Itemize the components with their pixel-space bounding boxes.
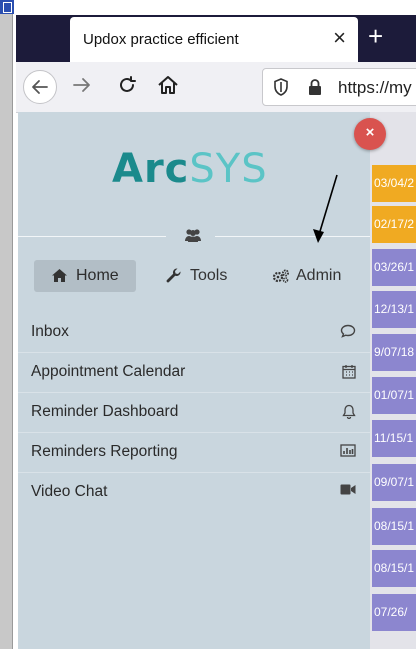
nav-admin-button[interactable]: Admin <box>270 260 354 292</box>
menu-item-label: Reminders Reporting <box>31 443 178 460</box>
divider-right <box>215 236 370 237</box>
arcsys-logo: ArcSYS <box>112 146 268 192</box>
nav-admin-label: Admin <box>296 267 342 284</box>
menu-item-label: Inbox <box>31 323 69 340</box>
background-date-cell[interactable]: 9/07/18 <box>372 334 416 371</box>
back-button[interactable] <box>23 70 57 104</box>
menu-item-reminders-reporting[interactable]: Reminders Reporting <box>18 432 370 473</box>
calendar-icon <box>342 365 356 379</box>
video-camera-icon <box>340 484 356 495</box>
chat-icon <box>340 324 356 338</box>
desktop-edge <box>0 0 13 649</box>
browser-toolbar: https://my <box>16 62 416 113</box>
url-bar[interactable]: https://my <box>262 68 416 106</box>
background-date-cell[interactable]: 03/26/1 <box>372 249 416 286</box>
menu-item-appointment-calendar[interactable]: Appointment Calendar <box>18 352 370 393</box>
menu-item-label: Appointment Calendar <box>31 363 186 380</box>
back-arrow-icon <box>32 80 48 94</box>
menu-item-label: Reminder Dashboard <box>31 403 179 420</box>
background-date-cell[interactable]: 02/17/2 <box>372 206 416 243</box>
background-date-cell[interactable]: 07/26/ <box>372 594 416 631</box>
logo-text-arc: Arc <box>112 146 190 192</box>
background-date-cell[interactable]: 03/04/2 <box>372 165 416 202</box>
reload-icon[interactable] <box>116 74 138 96</box>
shield-icon[interactable] <box>273 78 289 96</box>
logo-text-sys: SYS <box>189 146 268 192</box>
nav-tools-button[interactable]: Tools <box>164 260 234 292</box>
menu-item-video-chat[interactable]: Video Chat <box>18 472 370 512</box>
nav-tools-label: Tools <box>190 267 228 284</box>
home-icon[interactable] <box>156 73 180 97</box>
side-menu-panel: ArcSYS Home Tools Admin Inbox Appointmen… <box>18 112 370 649</box>
new-tab-button[interactable]: + <box>368 21 383 51</box>
forward-arrow-icon[interactable] <box>71 74 93 96</box>
desktop-app-icon[interactable] <box>0 0 14 14</box>
bell-icon <box>342 404 356 419</box>
nav-home-label: Home <box>76 267 119 284</box>
close-panel-button[interactable]: × <box>354 118 386 150</box>
close-icon: × <box>365 124 375 141</box>
background-date-cell[interactable]: 01/07/1 <box>372 377 416 414</box>
menu-item-inbox[interactable]: Inbox <box>18 312 370 353</box>
divider-left <box>18 236 166 237</box>
tab-title: Updox practice efficient <box>83 31 239 48</box>
lock-icon[interactable] <box>307 78 323 96</box>
background-date-cell[interactable]: 12/13/1 <box>372 291 416 328</box>
background-date-cell[interactable]: 11/15/1 <box>372 420 416 457</box>
background-date-cell[interactable]: 08/15/1 <box>372 550 416 587</box>
browser-tab[interactable]: Updox practice efficient × <box>70 17 358 62</box>
cogs-icon <box>272 269 289 283</box>
home-icon <box>52 269 67 282</box>
tab-close-icon[interactable]: × <box>333 26 346 50</box>
wrench-icon <box>166 268 181 283</box>
bar-chart-icon <box>340 444 356 457</box>
menu-item-reminder-dashboard[interactable]: Reminder Dashboard <box>18 392 370 433</box>
background-date-cell[interactable]: 09/07/1 <box>372 464 416 501</box>
url-text: https://my <box>338 78 412 97</box>
nav-home-button[interactable]: Home <box>34 260 136 292</box>
background-date-cell[interactable]: 08/15/1 <box>372 508 416 545</box>
users-icon <box>185 229 201 242</box>
menu-item-label: Video Chat <box>31 483 108 500</box>
